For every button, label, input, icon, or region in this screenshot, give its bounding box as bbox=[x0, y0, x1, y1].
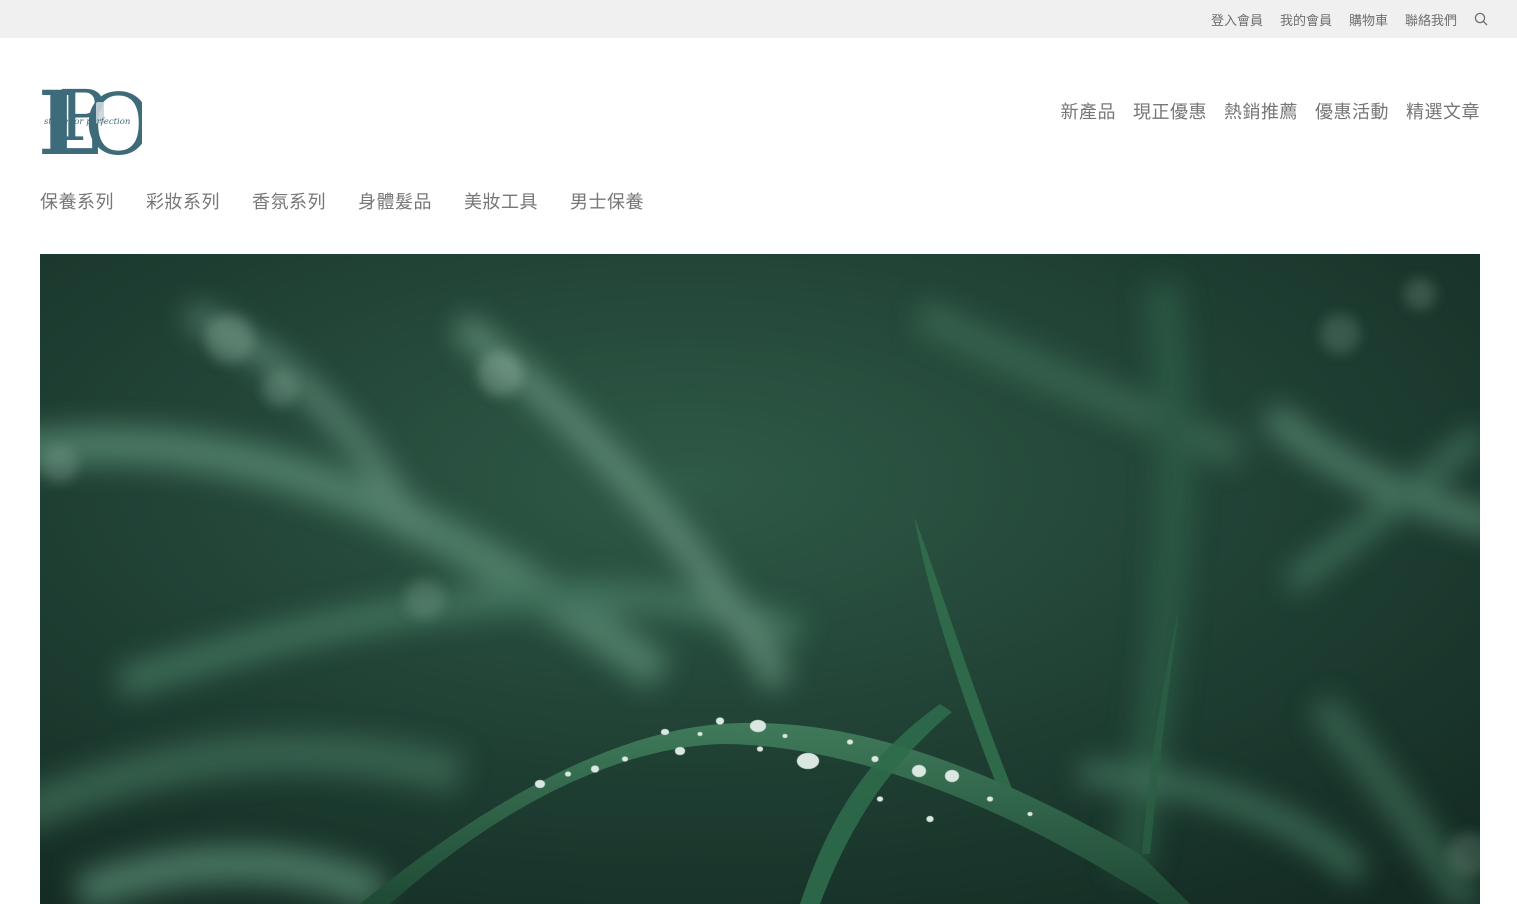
hero-banner-image[interactable] bbox=[40, 254, 1480, 904]
search-icon[interactable] bbox=[1474, 12, 1488, 26]
nav-bestsellers[interactable]: 熱銷推薦 bbox=[1224, 98, 1298, 124]
my-account-link[interactable]: 我的會員 bbox=[1280, 10, 1332, 29]
nav-current-deals[interactable]: 現正優惠 bbox=[1133, 98, 1207, 124]
brand-logo[interactable]: L P O strive for perfection bbox=[38, 68, 153, 175]
logo-tagline: strive for perfection bbox=[44, 117, 130, 127]
nav-new-products[interactable]: 新產品 bbox=[1061, 98, 1117, 124]
cart-link[interactable]: 購物車 bbox=[1349, 10, 1388, 29]
login-link[interactable]: 登入會員 bbox=[1211, 10, 1263, 29]
category-skincare[interactable]: 保養系列 bbox=[40, 188, 114, 214]
main-nav: 新產品 現正優惠 熱銷推薦 優惠活動 精選文章 bbox=[1044, 98, 1481, 124]
category-beauty-tools[interactable]: 美妝工具 bbox=[464, 188, 538, 214]
utility-links: 登入會員 我的會員 購物車 聯絡我們 bbox=[1194, 0, 1488, 38]
category-makeup[interactable]: 彩妝系列 bbox=[146, 188, 220, 214]
category-nav: 保養系列 彩妝系列 香氛系列 身體髮品 美妝工具 男士保養 bbox=[40, 188, 676, 214]
nav-promotions[interactable]: 優惠活動 bbox=[1315, 98, 1389, 124]
top-utility-bar: 登入會員 我的會員 購物車 聯絡我們 bbox=[0, 0, 1517, 38]
nav-articles[interactable]: 精選文章 bbox=[1406, 98, 1480, 124]
contact-link[interactable]: 聯絡我們 bbox=[1405, 10, 1457, 29]
category-mens-care[interactable]: 男士保養 bbox=[570, 188, 644, 214]
category-fragrance[interactable]: 香氛系列 bbox=[252, 188, 326, 214]
category-body-hair[interactable]: 身體髮品 bbox=[358, 188, 432, 214]
